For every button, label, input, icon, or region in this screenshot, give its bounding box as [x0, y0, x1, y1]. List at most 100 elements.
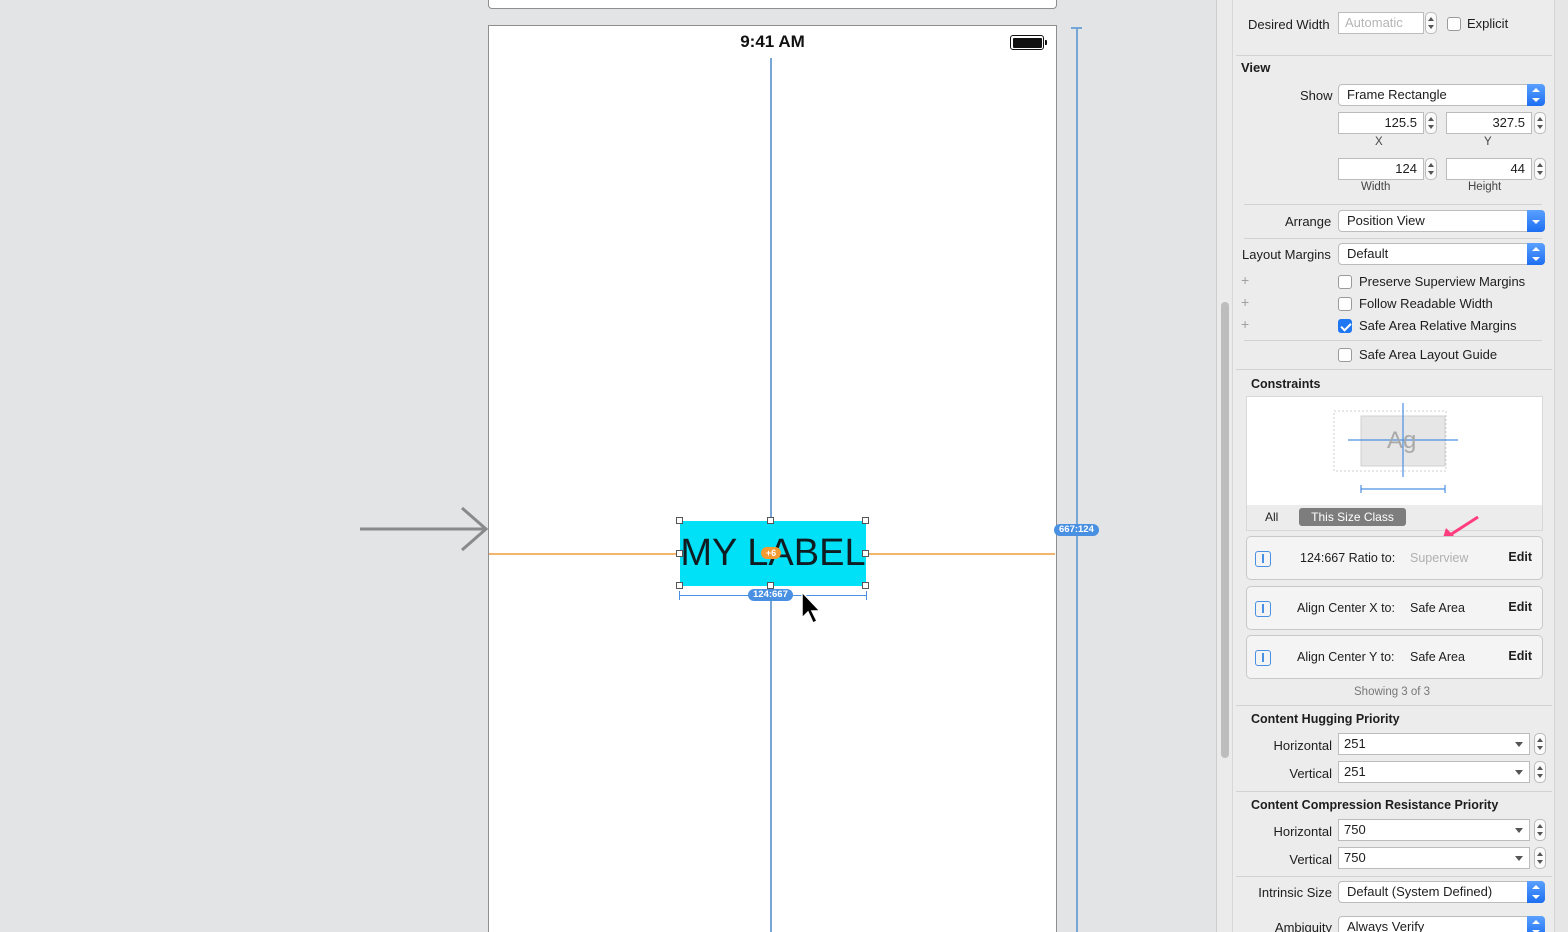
constraint-row-center-y[interactable]: Align Center Y to: Safe Area Edit — [1246, 635, 1543, 679]
constraint-label: 124:667 Ratio to: — [1300, 551, 1396, 565]
status-bar-time: 9:41 AM — [740, 32, 805, 51]
arrange-popup-value: Position View — [1347, 213, 1425, 228]
hugging-vertical-value: 251 — [1344, 764, 1366, 779]
resize-handle-left[interactable] — [676, 550, 683, 557]
width-field[interactable]: 124 — [1338, 158, 1424, 180]
y-label: Y — [1484, 136, 1492, 148]
resize-handle-top[interactable] — [767, 517, 774, 524]
compression-horizontal-value: 750 — [1344, 822, 1366, 837]
edit-button[interactable]: Edit — [1508, 600, 1532, 614]
popup-arrows-icon — [1527, 881, 1545, 903]
divider — [1236, 369, 1552, 370]
follow-readable-width-checkbox[interactable] — [1338, 297, 1352, 311]
divider — [1244, 238, 1542, 239]
x-label: X — [1375, 136, 1383, 148]
layout-margins-popup[interactable]: Default — [1338, 243, 1545, 265]
constraints-count: Showing 3 of 3 — [1354, 686, 1431, 698]
height-stepper[interactable] — [1534, 158, 1546, 180]
inspector-scroll-edge — [1554, 0, 1568, 932]
show-label: Show — [1300, 88, 1333, 103]
explicit-label: Explicit — [1467, 16, 1509, 31]
compression-vertical-combo[interactable]: 750 — [1338, 847, 1530, 869]
constraint-label: Align Center Y to: — [1297, 650, 1395, 664]
plus-icon[interactable]: + — [1241, 294, 1249, 310]
x-field[interactable]: 125.5 — [1338, 112, 1424, 134]
y-field[interactable]: 327.5 — [1446, 112, 1532, 134]
constraint-row-aspect-ratio[interactable]: 124:667 Ratio to: Superview Edit — [1246, 536, 1543, 580]
edit-button[interactable]: Edit — [1508, 649, 1532, 663]
width-stepper[interactable] — [1425, 158, 1437, 180]
layout-margins-popup-value: Default — [1347, 246, 1389, 261]
desired-width-field[interactable]: Automatic — [1338, 12, 1424, 34]
chevron-down-icon — [1515, 770, 1523, 775]
aspect-ratio-badge[interactable]: 124:667 — [748, 589, 793, 601]
layout-margins-label: Layout Margins — [1242, 247, 1331, 262]
popup-arrows-icon — [1527, 84, 1545, 106]
resize-handle-bottom[interactable] — [767, 582, 774, 589]
resize-handle-top-left[interactable] — [676, 517, 683, 524]
height-field[interactable]: 44 — [1446, 158, 1532, 180]
center-offset-badge: +6 — [761, 547, 781, 559]
chevron-down-icon — [1515, 742, 1523, 747]
desired-width-stepper[interactable] — [1425, 12, 1437, 34]
arrange-popup[interactable]: Position View — [1338, 210, 1545, 232]
chevron-down-icon — [1515, 856, 1523, 861]
divider — [1236, 705, 1552, 706]
resize-handle-top-right[interactable] — [862, 517, 869, 524]
preserve-superview-margins-label: Preserve Superview Margins — [1359, 274, 1526, 289]
follow-readable-width-label: Follow Readable Width — [1359, 296, 1493, 311]
battery-icon — [1010, 35, 1047, 50]
plus-icon[interactable]: + — [1241, 272, 1249, 288]
intrinsic-size-label: Intrinsic Size — [1258, 885, 1332, 900]
safe-area-layout-guide-checkbox[interactable] — [1338, 348, 1352, 362]
compression-resistance-title: Content Compression Resistance Priority — [1251, 798, 1499, 812]
storyboard-canvas[interactable]: 9:41 AM MY LABEL +6 124:667 667:124 — [0, 0, 1216, 932]
canvas-scrollbar-thumb[interactable] — [1221, 302, 1229, 758]
divider — [1236, 791, 1552, 792]
constraint-target: Safe Area — [1410, 650, 1465, 664]
hugging-horizontal-combo[interactable]: 251 — [1338, 733, 1530, 755]
initial-view-controller-arrow-icon[interactable] — [358, 505, 492, 553]
previous-scene-frame[interactable] — [488, 0, 1057, 9]
x-stepper[interactable] — [1425, 112, 1437, 134]
compression-horizontal-stepper[interactable] — [1534, 819, 1546, 841]
segment-this-size-class[interactable]: This Size Class — [1299, 508, 1406, 526]
preserve-superview-margins-checkbox[interactable] — [1338, 275, 1352, 289]
segment-all[interactable]: All — [1265, 510, 1278, 524]
compression-horizontal-combo[interactable]: 750 — [1338, 819, 1530, 841]
intrinsic-size-popup[interactable]: Default (System Defined) — [1338, 881, 1545, 903]
hugging-vertical-stepper[interactable] — [1534, 761, 1546, 783]
constraint-target: Superview — [1410, 551, 1469, 565]
resize-handle-right[interactable] — [862, 550, 869, 557]
compression-vertical-stepper[interactable] — [1534, 847, 1546, 869]
divider — [1244, 204, 1542, 205]
y-stepper[interactable] — [1534, 112, 1546, 134]
constraint-label: Align Center X to: — [1297, 601, 1395, 615]
resize-handle-bottom-right[interactable] — [862, 582, 869, 589]
align-center-y-icon — [1255, 650, 1271, 666]
iphone-scene[interactable]: 9:41 AM — [488, 25, 1057, 932]
width-dimension-tick — [866, 591, 867, 600]
hugging-vertical-combo[interactable]: 251 — [1338, 761, 1530, 783]
safe-area-relative-margins-checkbox[interactable] — [1338, 319, 1352, 333]
hugging-horizontal-stepper[interactable] — [1534, 733, 1546, 755]
width-dimension-tick — [679, 591, 680, 600]
desired-width-label: Desired Width — [1248, 17, 1330, 32]
constraints-preview: Ag — [1246, 396, 1543, 506]
compression-horizontal-label: Horizontal — [1273, 824, 1332, 839]
constraints-section-title: Constraints — [1251, 377, 1321, 391]
hugging-horizontal-value: 251 — [1344, 736, 1366, 751]
ambiguity-popup[interactable]: Always Verify — [1338, 916, 1545, 932]
hugging-vertical-label: Vertical — [1289, 766, 1332, 781]
superview-height-guide — [1076, 27, 1078, 932]
width-label: Width — [1361, 181, 1391, 193]
content-hugging-title: Content Hugging Priority — [1251, 712, 1400, 726]
constraint-row-center-x[interactable]: Align Center X to: Safe Area Edit — [1246, 586, 1543, 630]
explicit-checkbox[interactable] — [1447, 17, 1461, 31]
plus-icon[interactable]: + — [1241, 316, 1249, 332]
edit-button[interactable]: Edit — [1508, 550, 1532, 564]
resize-handle-bottom-left[interactable] — [676, 582, 683, 589]
chevron-down-icon — [1527, 210, 1545, 232]
show-popup[interactable]: Frame Rectangle — [1338, 84, 1545, 106]
superview-ratio-badge[interactable]: 667:124 — [1054, 524, 1099, 536]
